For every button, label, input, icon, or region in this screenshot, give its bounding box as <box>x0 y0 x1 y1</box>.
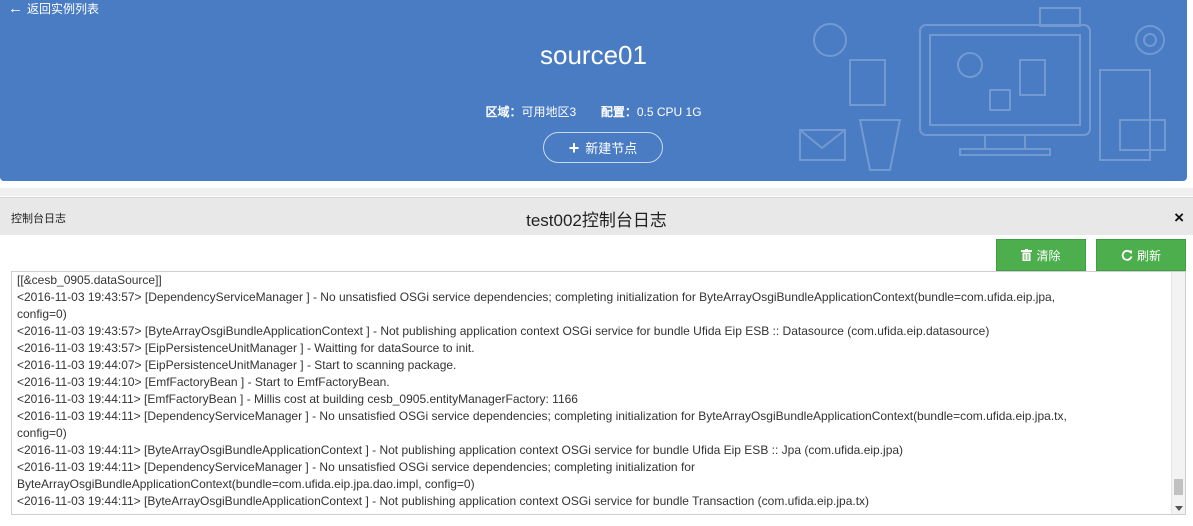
log-line: <2016-11-03 19:44:07> [EipPersistenceUni… <box>17 358 457 372</box>
log-line: <2016-11-03 19:44:11> [ByteArrayOsgiBund… <box>17 443 904 457</box>
section-divider <box>0 188 1193 196</box>
scroll-down-icon[interactable] <box>1175 506 1183 511</box>
arrow-left-icon: ← <box>8 0 23 17</box>
console-log-panel-header: 控制台日志 test002控制台日志 × <box>0 197 1193 235</box>
trash-icon <box>1021 249 1033 261</box>
log-line: <2016-11-03 19:44:11> [EmfFactoryBean ] … <box>17 392 578 406</box>
log-line: <2016-11-03 19:43:57> [EipPersistenceUni… <box>17 341 475 355</box>
log-line: config=0) <box>17 307 67 321</box>
log-line: <2016-11-03 19:43:57> [DependencyService… <box>17 290 1056 304</box>
new-node-button[interactable]: + 新建节点 <box>543 132 663 163</box>
config-label: 配置： <box>600 105 637 119</box>
log-scrollbar[interactable] <box>1171 272 1185 514</box>
region-value: 可用地区3 <box>521 105 577 119</box>
refresh-icon <box>1121 249 1133 261</box>
console-log-area[interactable]: [[&cesb_0905.dataSource]] <2016-11-03 19:… <box>11 271 1186 515</box>
decorative-illustration <box>799 7 1166 171</box>
log-line: <2016-11-03 19:44:11> [DependencyService… <box>17 409 1067 423</box>
refresh-button[interactable]: 刷新 <box>1096 239 1186 271</box>
plus-icon: + <box>568 137 580 158</box>
log-lines: [[&cesb_0905.dataSource]] <2016-11-03 19:… <box>17 272 1167 510</box>
log-line: <2016-11-03 19:44:10> [EmfFactoryBean ] … <box>17 375 390 389</box>
scrollbar-thumb[interactable] <box>1174 479 1183 495</box>
back-link-label: 返回实例列表 <box>27 2 100 16</box>
log-line: <2016-11-03 19:44:11> [DependencyService… <box>17 460 695 474</box>
log-line: config=0) <box>17 426 67 440</box>
config-value: 0.5 CPU 1G <box>636 105 702 119</box>
back-to-instance-list-link[interactable]: ← 返回实例列表 <box>8 0 99 17</box>
instance-title: source01 <box>540 40 647 70</box>
panel-title: test002控制台日志 <box>526 211 667 230</box>
new-node-label: 新建节点 <box>585 141 638 156</box>
log-line: ByteArrayOsgiBundleApplicationContext(bu… <box>17 477 475 491</box>
log-line: <2016-11-03 19:44:11> [ByteArrayOsgiBund… <box>17 494 870 508</box>
instance-header: ← 返回实例列表 source01 区域：可用地区3 配置：0.5 CPU 1G… <box>0 0 1187 181</box>
instance-meta: 区域：可用地区3 配置：0.5 CPU 1G <box>0 103 1187 120</box>
refresh-label: 刷新 <box>1136 248 1161 263</box>
clear-label: 清除 <box>1036 248 1061 263</box>
log-line: <2016-11-03 19:43:57> [ByteArrayOsgiBund… <box>17 324 990 338</box>
close-icon[interactable]: × <box>1174 208 1184 228</box>
region-label: 区域： <box>485 105 522 119</box>
log-line: [[&cesb_0905.dataSource]] <box>17 273 162 287</box>
clear-button[interactable]: 清除 <box>996 239 1086 271</box>
